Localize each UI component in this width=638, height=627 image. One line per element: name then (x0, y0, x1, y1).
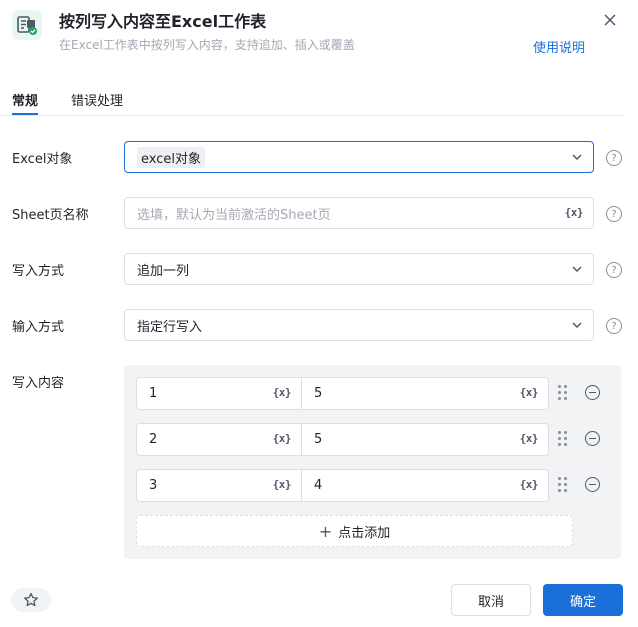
variable-icon[interactable]: {x} (273, 386, 292, 399)
help-icon[interactable]: ? (606, 318, 622, 334)
remove-row-icon[interactable] (585, 431, 600, 446)
confirm-button[interactable]: 确定 (543, 584, 623, 616)
row-2-column-input[interactable]: 2 {x} (136, 423, 302, 456)
drag-handle-icon[interactable] (557, 385, 569, 401)
help-icon[interactable]: ? (606, 150, 622, 166)
input-mode-value: 指定行写入 (137, 319, 203, 335)
usage-help-link[interactable]: 使用说明 (533, 37, 585, 56)
row-1-column-value: 1 (149, 386, 158, 401)
star-icon (24, 592, 38, 607)
row-1-column-input[interactable]: 1 {x} (136, 377, 302, 410)
write-mode-select[interactable]: 追加一列 (124, 253, 594, 285)
input-mode-label: 输入方式 (12, 320, 65, 335)
variable-icon[interactable]: {x} (273, 432, 292, 445)
dialog-title: 按列写入内容至Excel工作表 (59, 12, 267, 31)
write-mode-label: 写入方式 (12, 264, 65, 279)
cancel-button[interactable]: 取消 (451, 584, 531, 616)
row-3-column-value: 3 (149, 478, 158, 493)
favorite-button[interactable] (11, 588, 51, 612)
sheet-name-label: Sheet页名称 (12, 208, 89, 223)
remove-row-icon[interactable] (585, 385, 600, 400)
row-3-value-input[interactable]: 4 {x} (301, 469, 549, 502)
row-3-column-input[interactable]: 3 {x} (136, 469, 302, 502)
variable-icon[interactable]: {x} (520, 478, 539, 491)
row-1-value: 5 (314, 386, 323, 401)
row-2-column-value: 2 (149, 432, 158, 447)
drag-handle-icon[interactable] (557, 477, 569, 493)
sheet-name-input[interactable]: 选填，默认为当前激活的Sheet页 {x} (124, 197, 594, 229)
add-row-button[interactable]: + 点击添加 (136, 515, 573, 547)
chevron-down-icon (572, 154, 582, 161)
row-1-value-input[interactable]: 5 {x} (301, 377, 549, 410)
write-content-label: 写入内容 (12, 376, 65, 391)
close-icon (604, 14, 616, 26)
variable-icon[interactable]: {x} (273, 478, 292, 491)
help-icon[interactable]: ? (606, 206, 622, 222)
help-icon[interactable]: ? (606, 262, 622, 278)
drag-handle-icon[interactable] (557, 431, 569, 447)
dialog-subtitle: 在Excel工作表中按列写入内容，支持追加、插入或覆盖 (59, 38, 355, 52)
tab-error-handling[interactable]: 错误处理 (71, 90, 123, 109)
close-button[interactable] (600, 10, 620, 30)
row-3-value: 4 (314, 478, 323, 493)
remove-row-icon[interactable] (585, 477, 600, 492)
chevron-down-icon (572, 322, 582, 329)
excel-object-select[interactable]: excel对象 (124, 141, 594, 173)
excel-object-value: excel对象 (137, 146, 205, 168)
chevron-down-icon (572, 266, 582, 273)
write-mode-value: 追加一列 (137, 263, 190, 279)
excel-object-label: Excel对象 (12, 152, 73, 167)
plus-icon: + (318, 521, 333, 541)
input-mode-select[interactable]: 指定行写入 (124, 309, 594, 341)
row-2-value-input[interactable]: 5 {x} (301, 423, 549, 456)
sheet-name-placeholder: 选填，默认为当前激活的Sheet页 (137, 207, 331, 223)
variable-icon[interactable]: {x} (520, 386, 539, 399)
tab-bar: 常规 错误处理 (0, 84, 623, 116)
excel-write-icon (12, 10, 42, 40)
add-row-label: 点击添加 (338, 525, 391, 541)
row-2-value: 5 (314, 432, 323, 447)
tab-general[interactable]: 常规 (12, 90, 39, 115)
variable-icon[interactable]: {x} (565, 206, 584, 219)
variable-icon[interactable]: {x} (520, 432, 539, 445)
